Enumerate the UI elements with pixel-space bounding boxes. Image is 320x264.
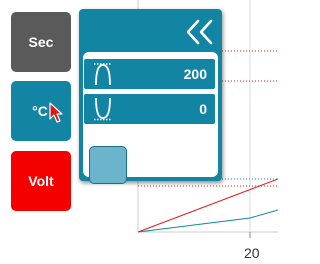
volt-button[interactable]: Volt	[11, 151, 71, 211]
min-valley-icon	[94, 97, 112, 121]
x-tick-label: 20	[244, 245, 260, 261]
panel-rows-layer: 200 0	[79, 9, 222, 184]
max-value-row[interactable]: 200	[84, 59, 215, 89]
min-value-row[interactable]: 0	[84, 94, 215, 124]
red-series-line	[137, 178, 278, 233]
min-value: 0	[199, 101, 207, 117]
blue-series-line	[137, 209, 278, 233]
volt-button-label: Volt	[28, 173, 54, 189]
color-swatch-button[interactable]	[89, 146, 127, 184]
mouse-cursor-icon	[49, 102, 63, 123]
max-peak-icon	[94, 63, 112, 86]
seconds-button-label: Sec	[28, 34, 54, 50]
temperature-button-label: °C	[32, 103, 48, 119]
max-value: 200	[183, 66, 207, 82]
app-stage: 20 Sec °C Volt 200 0	[0, 0, 278, 264]
seconds-button[interactable]: Sec	[11, 12, 71, 72]
